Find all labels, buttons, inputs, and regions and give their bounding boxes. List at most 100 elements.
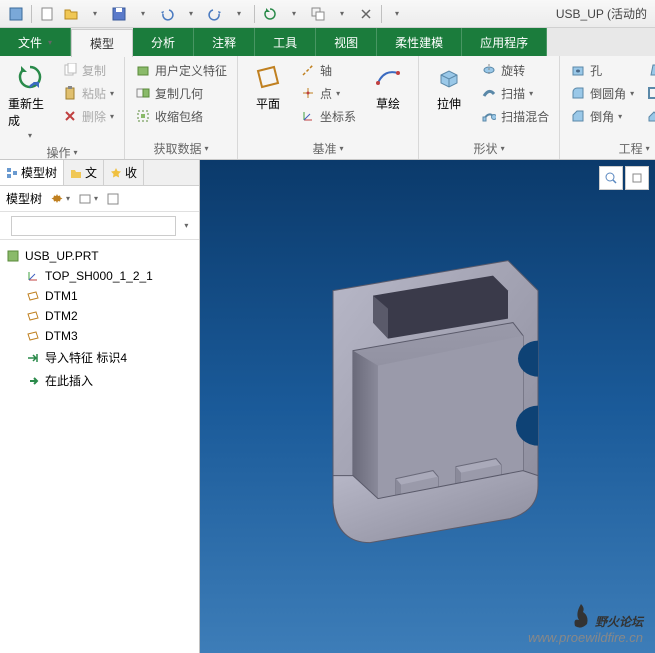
csys-icon [300,108,316,124]
round-button[interactable]: 倒圆角▾ [566,82,638,104]
tree-settings-button[interactable]: ▾ [50,192,70,206]
draft-button[interactable]: 拔模▾ [642,59,655,81]
tree-item-insert[interactable]: 在此插入 [4,369,195,392]
sidebar-tab-folders[interactable]: 文 [64,160,104,185]
qat-close-icon[interactable] [355,3,377,25]
chamfer-button[interactable]: 倒角▾ [566,105,638,127]
viewport-3d[interactable]: 野火论坛 www.proewildfire.cn [200,160,655,653]
tab-model[interactable]: 模型 [71,29,133,57]
qat-dropdown-icon[interactable]: ▾ [283,3,305,25]
button-label: 点 [320,85,332,102]
qat-customize-icon[interactable]: ▾ [386,3,408,25]
rib-button[interactable]: 筋▾ [642,105,655,127]
sketch-button[interactable]: 草绘 [364,59,412,114]
qat-open-icon[interactable] [60,3,82,25]
tab-annotate[interactable]: 注释 [194,28,255,56]
sidebar-tab-modeltree[interactable]: 模型树 [0,160,64,185]
sweepblend-button[interactable]: 扫描混合 [477,105,553,127]
point-button[interactable]: 点▾ [296,82,360,104]
qat-dropdown-icon[interactable]: ▾ [228,3,250,25]
tab-label: 模型树 [21,164,57,181]
sweep-button[interactable]: 扫描▾ [477,82,553,104]
tree-item-csys[interactable]: TOP_SH000_1_2_1 [4,266,195,286]
button-label: 倒角 [590,108,614,125]
refit-button[interactable] [599,166,623,190]
tab-label: 文 [85,164,97,181]
tab-file[interactable]: 文件▾ [0,28,71,56]
copy-button[interactable]: 复制 [58,59,118,81]
rib-icon [646,108,655,124]
qat-dropdown-icon[interactable]: ▾ [84,3,106,25]
regenerate-button[interactable]: 重新生成 ▾ [6,59,54,142]
hole-button[interactable]: 孔 [566,59,638,81]
axis-button[interactable]: 轴 [296,59,360,81]
sketch-icon [372,61,404,93]
ribbon: 重新生成 ▾ 复制 粘贴▾ 删除▾ 操作▾ 用户定义特征 复制几何 收缩包络 获… [0,56,655,160]
tab-label: 收 [125,164,137,181]
filter-dropdown-icon[interactable]: ▾ [184,221,188,230]
qat-regen-icon[interactable] [259,3,281,25]
extrude-button[interactable]: 拉伸 [425,59,473,114]
qat-windows-icon[interactable] [307,3,329,25]
plane-button[interactable]: 平面 [244,59,292,114]
sidebar-tab-favorites[interactable]: 收 [104,160,144,185]
tree-item-plane[interactable]: DTM2 [4,306,195,326]
tab-app[interactable]: 应用程序 [462,28,547,56]
qat-redo-icon[interactable] [204,3,226,25]
tab-flex[interactable]: 柔性建模 [377,28,462,56]
tree-item-plane[interactable]: DTM3 [4,326,195,346]
quick-access-toolbar: ▾ ▾ ▾ ▾ ▾ ▾ ▾ USB_UP (活动的 [0,0,655,28]
regenerate-icon [14,61,46,93]
separator [381,5,382,23]
shell-button[interactable]: 壳 [642,82,655,104]
delete-button[interactable]: 删除▾ [58,105,118,127]
qat-save-icon[interactable] [108,3,130,25]
tree-item-plane[interactable]: DTM1 [4,286,195,306]
qat-new-icon[interactable] [36,3,58,25]
separator [254,5,255,23]
button-label: 拉伸 [437,95,461,112]
chevron-down-icon: ▾ [529,89,533,98]
filter-input[interactable] [11,216,176,236]
button-label: 收缩包络 [155,108,203,125]
tab-analysis[interactable]: 分析 [133,28,194,56]
tree-display-button[interactable]: ▾ [78,192,98,206]
tab-view[interactable]: 视图 [316,28,377,56]
csys-icon [26,269,40,283]
qat-dropdown-icon[interactable]: ▾ [132,3,154,25]
tree-icon [6,167,18,179]
delete-icon [62,108,78,124]
ribbon-tabs: 文件▾ 模型 分析 注释 工具 视图 柔性建模 应用程序 [0,28,655,56]
qat-undo-icon[interactable] [156,3,178,25]
filter-icon[interactable] [6,219,7,233]
udf-button[interactable]: 用户定义特征 [131,59,231,81]
clear-filter-icon[interactable] [180,220,181,232]
draft-icon [646,62,655,78]
tree-label: 模型树 [6,190,42,207]
qat-dropdown-icon[interactable]: ▾ [331,3,353,25]
view-button[interactable] [625,166,649,190]
button-label: 孔 [590,62,602,79]
paste-button[interactable]: 粘贴▾ [58,82,118,104]
content-area: 模型树 文 收 模型树 ▾ ▾ ▾ USB_UP.PRT TOP_SH000_1… [0,160,655,653]
tab-tools[interactable]: 工具 [255,28,316,56]
model-tree: USB_UP.PRT TOP_SH000_1_2_1 DTM1 DTM2 DTM… [0,240,199,398]
tree-item-import[interactable]: 导入特征 标识4 [4,346,195,369]
tree-search-button[interactable] [106,192,120,206]
qat-home-icon[interactable] [5,3,27,25]
csys-button[interactable]: 坐标系 [296,105,360,127]
group-label: 获取数据▾ [131,138,231,159]
chevron-down-icon: ▾ [48,38,52,47]
add-icon[interactable] [192,220,193,232]
chamfer-icon [570,108,586,124]
qat-dropdown-icon[interactable]: ▾ [180,3,202,25]
tree-root[interactable]: USB_UP.PRT [4,246,195,266]
button-label: 扫描混合 [501,108,549,125]
copygeom-button[interactable]: 复制几何 [131,82,231,104]
revolve-button[interactable]: 旋转 [477,59,553,81]
shrinkwrap-button[interactable]: 收缩包络 [131,105,231,127]
sidebar-tabs: 模型树 文 收 [0,160,199,186]
button-label: 复制几何 [155,85,203,102]
node-label: DTM3 [45,329,78,343]
shell-icon [646,85,655,101]
